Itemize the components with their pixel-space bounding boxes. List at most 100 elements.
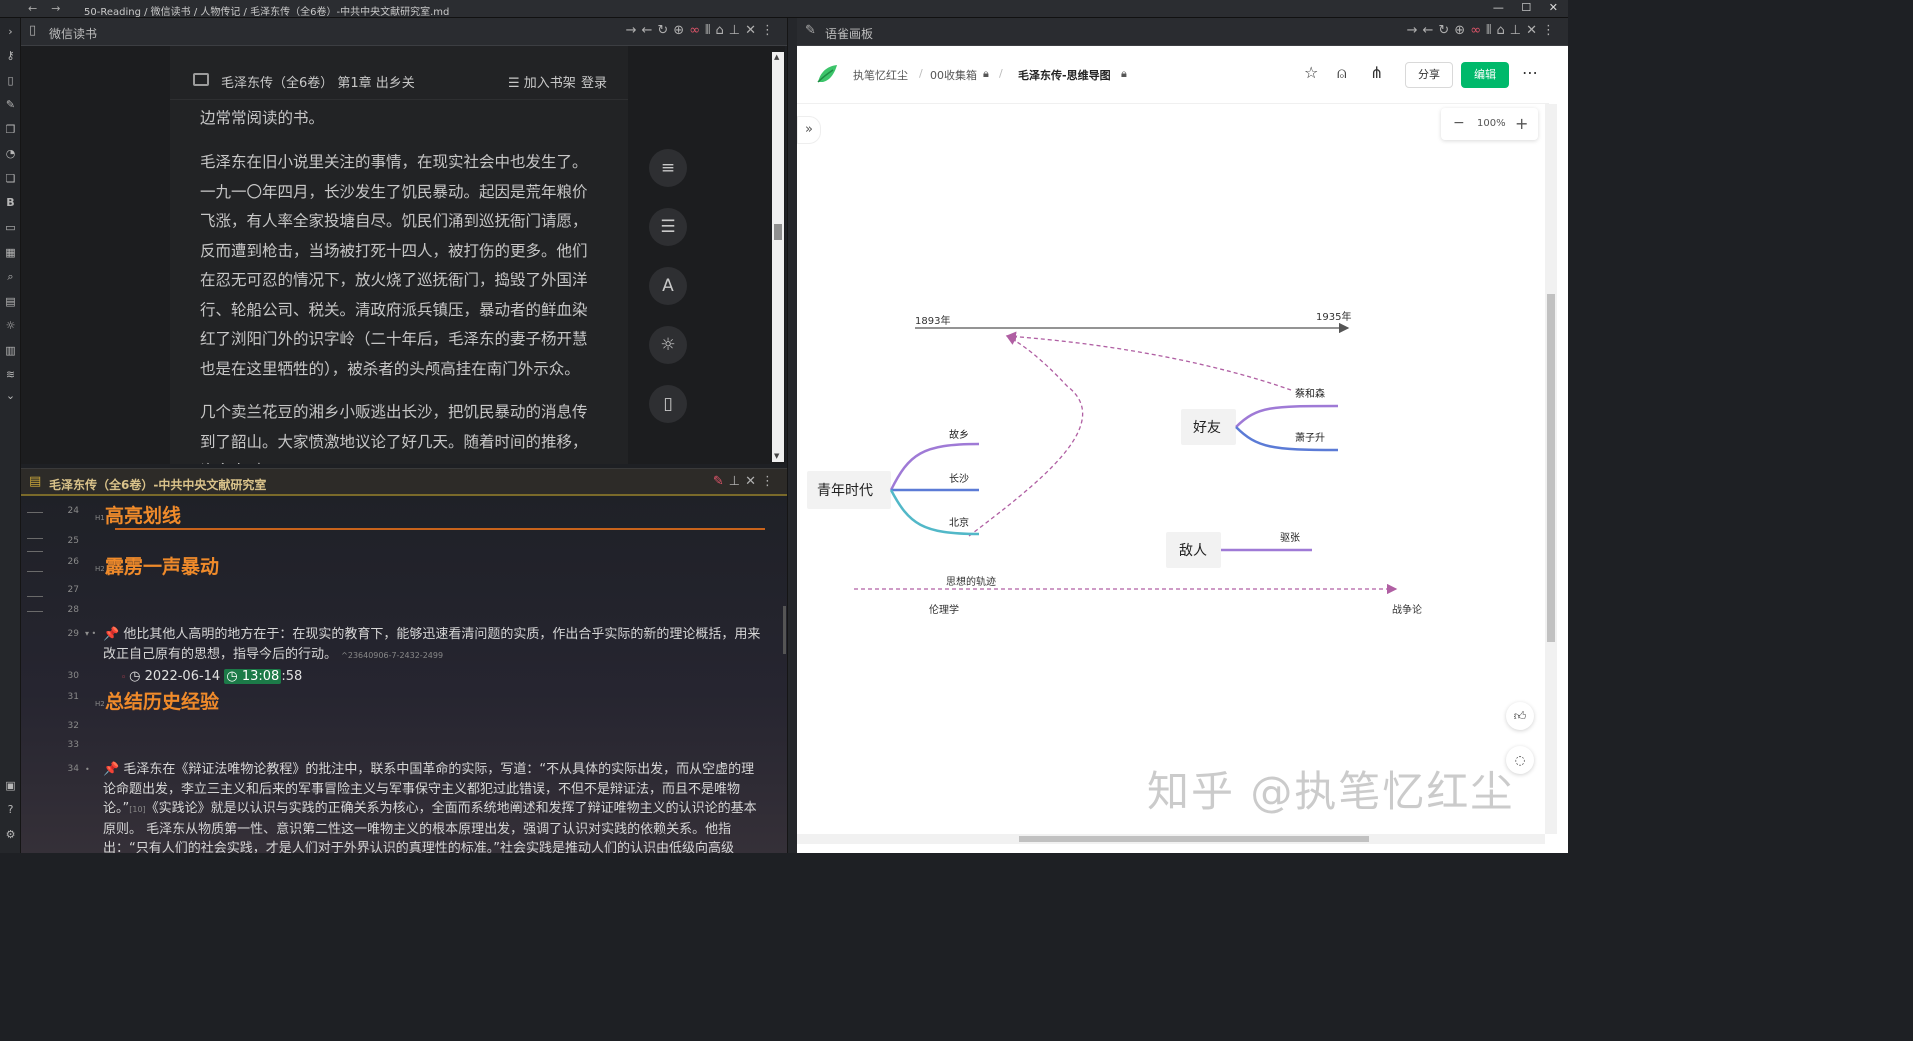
close-icon[interactable]: ✕: [745, 474, 761, 489]
more-icon[interactable]: ⋮: [761, 23, 779, 38]
share-button[interactable]: 分享: [1405, 62, 1453, 88]
back-icon[interactable]: ←: [28, 2, 51, 15]
canvas-vertical-scrollbar[interactable]: [1545, 104, 1557, 834]
globe-icon[interactable]: ⊕: [673, 23, 689, 38]
canvas-horizontal-scrollbar[interactable]: [797, 834, 1545, 844]
breadcrumb-doc[interactable]: 毛泽东传-思维导图: [1018, 67, 1111, 83]
minimize-icon[interactable]: —: [1493, 1, 1504, 14]
mindmap-canvas[interactable]: 1893年 1935年 青年时代 故乡 长沙 北京 好友 蔡和森 萧子升 敌人 …: [797, 104, 1545, 834]
fold-toggle-icon[interactable]: ▾ •: [85, 629, 96, 638]
vault-icon[interactable]: ▣: [3, 778, 18, 793]
markdown-editor[interactable]: 24 25 26 27 28 29 30 31 32 33 34 H1 高亮划线…: [21, 496, 787, 853]
node-quzhang[interactable]: 驱张: [1280, 532, 1300, 544]
structure-icon[interactable]: ⋔: [1370, 63, 1383, 82]
more-icon[interactable]: ⋮: [1542, 23, 1560, 38]
timeline-start[interactable]: 1893年: [915, 314, 950, 327]
highlight-block[interactable]: 📌 毛泽东在《辩证法唯物论教程》的批注中，联系中国革命的实际，写道：“不从具体的…: [103, 760, 763, 853]
yuque-logo[interactable]: [815, 62, 839, 86]
thought-track-label[interactable]: 思想的轨迹: [946, 575, 996, 588]
timeline-end[interactable]: 1935年: [1316, 310, 1351, 323]
refresh-icon[interactable]: ↻: [1438, 23, 1454, 38]
maximize-icon[interactable]: ☐: [1521, 1, 1531, 14]
node-cai[interactable]: 蔡和森: [1295, 387, 1325, 400]
note-pane-title[interactable]: 毛泽东传（全6卷）-中共中央文献研究室: [49, 476, 266, 493]
scroll-down-icon[interactable]: ▼: [774, 452, 779, 460]
breadcrumb-user[interactable]: 执笔忆红尘: [853, 67, 908, 83]
relation-line-beijing[interactable]: [968, 335, 1084, 537]
scroll-thumb[interactable]: [1547, 294, 1555, 642]
login-button[interactable]: 登录: [581, 72, 607, 91]
node-hometown[interactable]: 故乡: [949, 428, 969, 441]
node-xiao[interactable]: 萧子升: [1295, 432, 1325, 444]
node-enemy[interactable]: 敌人: [1179, 543, 1207, 559]
breadcrumb-collection[interactable]: 00收集箱: [930, 67, 977, 83]
scroll-up-icon[interactable]: ▲: [774, 53, 779, 61]
pane-divider[interactable]: [787, 18, 797, 853]
split-icon[interactable]: ⫴: [1486, 23, 1496, 38]
pin-icon[interactable]: ⊥: [1510, 23, 1526, 38]
forward-icon[interactable]: →: [1407, 23, 1423, 38]
chevron-down-icon[interactable]: ⌄: [3, 388, 18, 403]
toc-button[interactable]: ≡: [649, 149, 687, 187]
history-nav[interactable]: ←→: [28, 2, 74, 15]
files-icon[interactable]: ❏: [3, 171, 18, 186]
device-button[interactable]: ▯: [649, 385, 687, 423]
link-icon[interactable]: ∞: [689, 23, 705, 38]
link-icon[interactable]: ∞: [1470, 23, 1486, 38]
node-youth[interactable]: 青年时代: [817, 483, 873, 499]
highlight-block[interactable]: 📌 他比其他人高明的地方在于：在现实的教育下，能够迅速看清问题的实质，作出合乎实…: [103, 625, 763, 665]
expand-sidebar-icon[interactable]: ›: [3, 24, 18, 39]
split-icon[interactable]: ⫴: [705, 23, 715, 38]
book-icon[interactable]: ▯: [3, 73, 18, 88]
bulb-icon[interactable]: ☼: [3, 318, 18, 333]
pin-icon[interactable]: ⊥: [729, 23, 745, 38]
open-book-icon[interactable]: ▭: [3, 220, 18, 235]
thought-track-end[interactable]: 战争论: [1392, 603, 1422, 616]
editor-scrollbar[interactable]: [783, 606, 786, 654]
scroll-thumb[interactable]: [774, 224, 782, 240]
close-icon[interactable]: ✕: [1526, 23, 1542, 38]
heading-highlights[interactable]: 高亮划线: [105, 501, 181, 528]
edit-button[interactable]: 编辑: [1461, 62, 1509, 88]
table-icon[interactable]: ▥: [3, 343, 18, 358]
search-icon[interactable]: ⌕: [3, 269, 18, 284]
help-icon[interactable]: ?: [3, 802, 18, 817]
edit-icon[interactable]: ✎: [713, 474, 729, 489]
forward-icon[interactable]: →: [51, 2, 74, 15]
calendar-icon[interactable]: ▤: [3, 294, 18, 309]
reader-pane-title[interactable]: 微信读书: [49, 25, 97, 42]
key-icon[interactable]: ⚷: [3, 48, 18, 63]
grid-icon[interactable]: ▦: [3, 245, 18, 260]
scroll-thumb[interactable]: [1019, 836, 1369, 842]
alarm-icon[interactable]: ◔: [3, 146, 18, 161]
refresh-icon[interactable]: ↻: [657, 23, 673, 38]
globe-icon[interactable]: ⊕: [1454, 23, 1470, 38]
back-icon[interactable]: ←: [1422, 23, 1438, 38]
node-friends[interactable]: 好友: [1193, 420, 1221, 436]
pin-icon[interactable]: ⊥: [729, 474, 745, 489]
thought-track-start[interactable]: 伦理学: [929, 603, 959, 616]
heading-history-lessons[interactable]: 总结历史经验: [105, 687, 219, 714]
more-icon[interactable]: ⋮: [761, 474, 779, 489]
reader-scrollbar[interactable]: ▲ ▼: [772, 52, 784, 462]
copy-icon[interactable]: ❐: [3, 122, 18, 137]
add-to-shelf-button[interactable]: ☰ 加入书架: [508, 72, 576, 91]
home-icon[interactable]: ⌂: [716, 23, 729, 38]
close-icon[interactable]: ✕: [745, 23, 761, 38]
settings-icon[interactable]: ⚙: [3, 827, 18, 842]
heading-uprising[interactable]: 霹雳一声暴动: [105, 552, 219, 579]
home-icon[interactable]: ⌂: [1497, 23, 1510, 38]
chapter-title[interactable]: 毛泽东传（全6卷） 第1章 出乡关: [221, 72, 415, 91]
node-beijing[interactable]: 北京: [949, 516, 969, 529]
back-icon[interactable]: ←: [641, 23, 657, 38]
canvas-pane-title[interactable]: 语雀画板: [825, 25, 873, 42]
forward-icon[interactable]: →: [626, 23, 642, 38]
add-member-icon[interactable]: ⍝: [1337, 63, 1347, 83]
close-window-icon[interactable]: ✕: [1549, 1, 1558, 14]
relation-line-friend[interactable]: [1005, 331, 1292, 391]
like-button[interactable]: 👍︎: [1506, 702, 1534, 730]
font-button[interactable]: A: [649, 267, 687, 305]
star-icon[interactable]: ☆: [1304, 63, 1318, 82]
more-icon[interactable]: ⋯: [1522, 63, 1538, 82]
stack-icon[interactable]: ≋: [3, 367, 18, 382]
